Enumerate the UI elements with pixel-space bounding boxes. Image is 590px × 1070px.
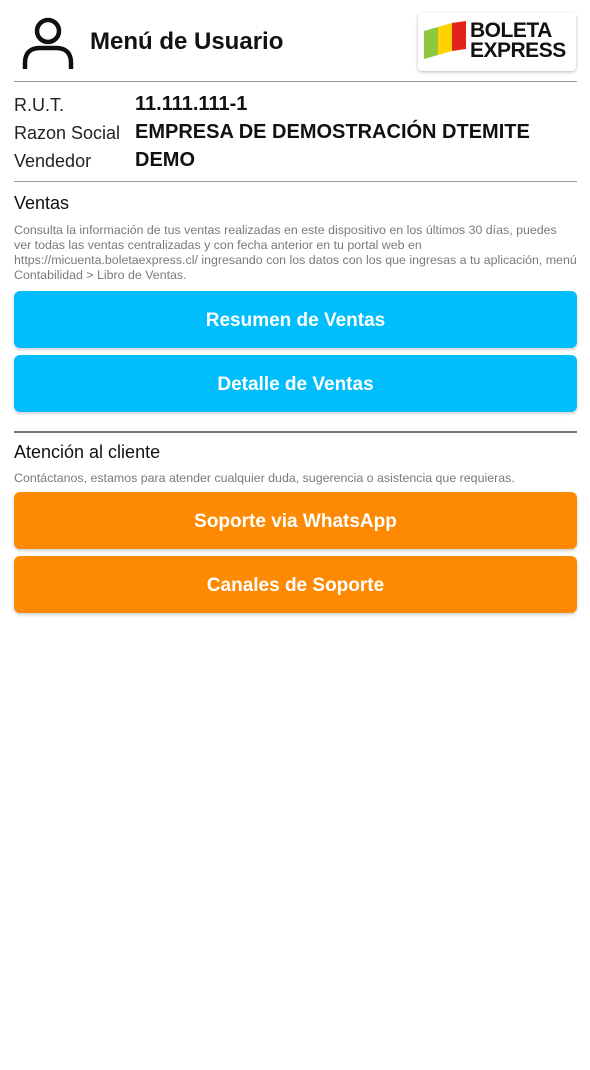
divider xyxy=(14,181,577,182)
razon-social-label: Razon Social xyxy=(14,123,121,143)
detalle-ventas-button[interactable]: Detalle de Ventas xyxy=(14,355,577,412)
flag-icon xyxy=(424,21,466,59)
divider xyxy=(14,81,577,82)
resumen-ventas-button[interactable]: Resumen de Ventas xyxy=(14,291,577,348)
ventas-section-title: Ventas xyxy=(14,193,70,213)
logo-text-boleta: BOLETA xyxy=(470,19,552,42)
user-icon[interactable] xyxy=(20,16,76,70)
atencion-section-title: Atención al cliente xyxy=(14,442,161,462)
vendedor-label: Vendedor xyxy=(14,151,92,171)
rut-value: 11.111.111-1 xyxy=(135,93,248,115)
header: Menú de Usuario BOLETA EXPRESS xyxy=(0,0,590,80)
page-title: Menú de Usuario xyxy=(90,28,284,55)
user-menu-screen: Menú de Usuario BOLETA EXPRESS R.U.T. 11… xyxy=(0,0,590,1070)
support-channels-button[interactable]: Canales de Soporte xyxy=(14,556,577,613)
rut-label: R.U.T. xyxy=(14,95,65,115)
vendedor-row: Vendedor DEMO xyxy=(14,149,577,177)
atencion-description: Contáctanos, estamos para atender cualqu… xyxy=(14,471,515,485)
logo-text-express: EXPRESS xyxy=(470,39,566,62)
razon-social-row: Razon Social EMPRESA DE DEMOSTRACIÓN DTE… xyxy=(14,121,577,149)
vendedor-value: DEMO xyxy=(135,149,195,171)
boleta-express-logo: BOLETA EXPRESS xyxy=(418,13,576,71)
ventas-description: Consulta la información de tus ventas re… xyxy=(14,223,577,282)
divider xyxy=(14,431,577,433)
razon-social-value: EMPRESA DE DEMOSTRACIÓN DTEMITE xyxy=(135,121,530,143)
whatsapp-support-button[interactable]: Soporte via WhatsApp xyxy=(14,492,577,549)
rut-row: R.U.T. 11.111.111-1 xyxy=(14,93,577,121)
